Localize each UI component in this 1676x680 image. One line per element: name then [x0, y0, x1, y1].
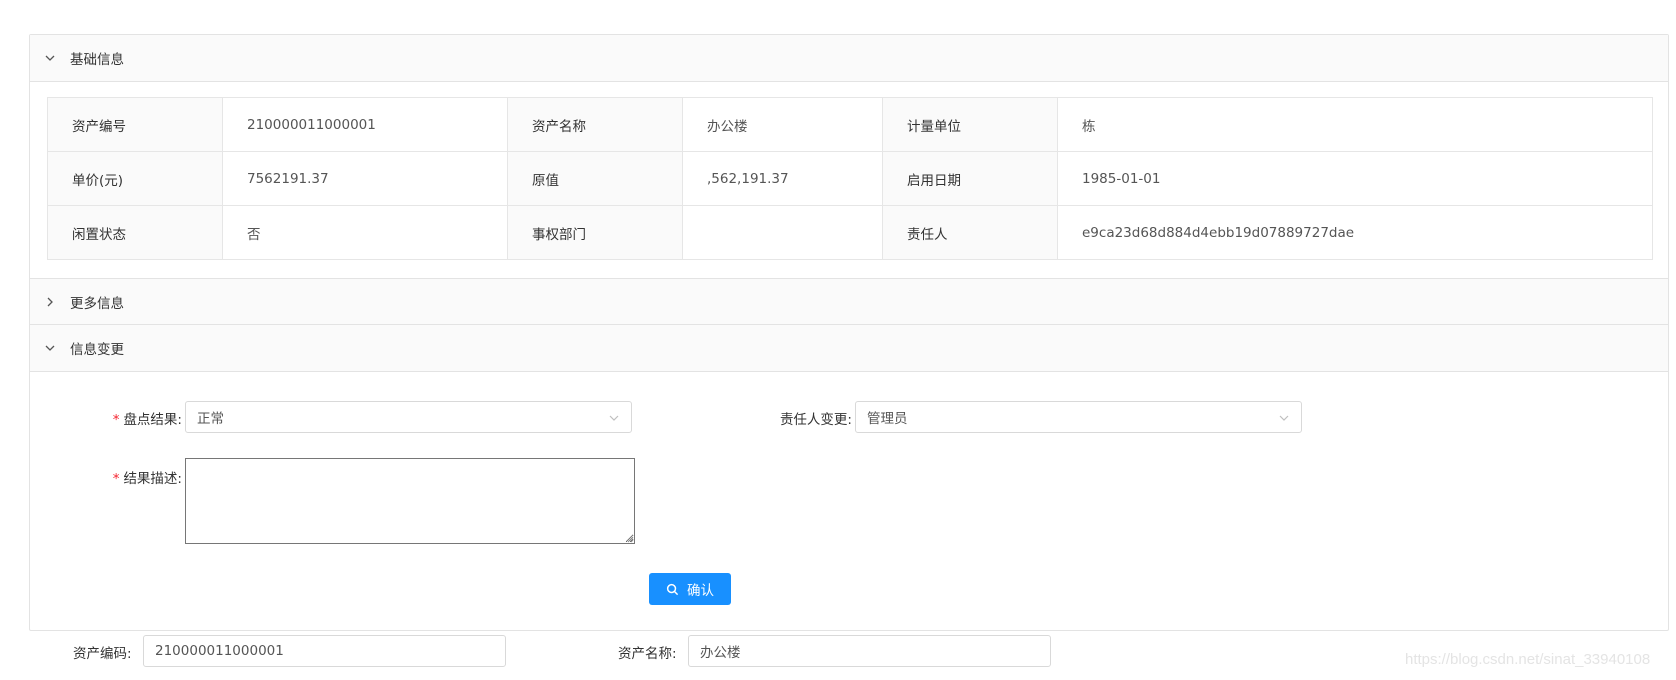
chevron-down-icon — [30, 342, 70, 354]
basic-info-body: 资产编号 210000011000001 资产名称 办公楼 计量单位 栋 单价(… — [30, 82, 1668, 278]
owner-change-label: 责任人变更: — [779, 412, 852, 428]
info-change-body: * 盘点结果: 正常 责任人变更: 管理员 * 结果描述: 确认 — [30, 373, 1668, 631]
unit-price-label: 单价(元) — [47, 151, 223, 206]
table-row: 资产编号 210000011000001 资产名称 办公楼 计量单位 栋 — [47, 97, 1653, 152]
resize-grip-icon[interactable] — [626, 535, 634, 543]
required-mark: * — [112, 412, 120, 428]
chevron-right-icon — [30, 296, 70, 308]
owner-value: e9ca23d68d884d4ebb19d07889727dae — [1057, 205, 1653, 260]
basic-info-table: 资产编号 210000011000001 资产名称 办公楼 计量单位 栋 单价(… — [47, 97, 1653, 260]
unit-label: 计量单位 — [882, 97, 1058, 152]
panel-title-basic-info: 基础信息 — [70, 52, 124, 68]
asset-code-input[interactable] — [143, 635, 506, 667]
asset-name-label: 资产名称 — [507, 97, 683, 152]
department-label: 事权部门 — [507, 205, 683, 260]
panel-header-basic-info[interactable]: 基础信息 — [30, 35, 1668, 82]
owner-change-select-value: 管理员 — [867, 411, 908, 427]
original-value-value: ,562,191.37 — [682, 151, 883, 206]
confirm-button-label: 确认 — [687, 583, 714, 598]
asset-name-input[interactable] — [688, 635, 1051, 667]
owner-change-select[interactable]: 管理员 — [855, 401, 1302, 433]
panel-header-info-change[interactable]: 信息变更 — [30, 325, 1668, 372]
start-date-value: 1985-01-01 — [1057, 151, 1653, 206]
asset-number-label: 资产编号 — [47, 97, 223, 152]
asset-name-value: 办公楼 — [682, 97, 883, 152]
result-select-value: 正常 — [197, 411, 224, 427]
original-value-label: 原值 — [507, 151, 683, 206]
confirm-button[interactable]: 确认 — [649, 573, 731, 605]
chevron-down-icon — [1279, 415, 1289, 421]
table-row: 闲置状态 否 事权部门 责任人 e9ca23d68d884d4ebb19d078… — [47, 205, 1653, 260]
result-select[interactable]: 正常 — [185, 401, 632, 433]
desc-label: * 结果描述: — [90, 467, 182, 487]
panel-title-more-info: 更多信息 — [70, 295, 124, 312]
idle-status-label: 闲置状态 — [47, 205, 223, 260]
chevron-down-icon — [30, 52, 70, 64]
asset-code-label: 资产编码: — [73, 646, 132, 662]
unit-value: 栋 — [1057, 97, 1653, 152]
desc-label-text: 结果描述: — [123, 471, 182, 487]
asset-name-field-label: 资产名称: — [618, 646, 677, 662]
search-icon — [666, 583, 679, 595]
panel-title-info-change: 信息变更 — [70, 342, 124, 358]
watermark: https://blog.csdn.net/sinat_33940108 — [1405, 651, 1651, 668]
chevron-down-icon — [609, 415, 619, 421]
table-row: 单价(元) 7562191.37 原值 ,562,191.37 启用日期 198… — [47, 151, 1653, 206]
asset-number-value: 210000011000001 — [222, 97, 508, 152]
result-label-text: 盘点结果: — [123, 412, 182, 428]
unit-price-value: 7562191.37 — [222, 151, 508, 206]
start-date-label: 启用日期 — [882, 151, 1058, 206]
result-label: * 盘点结果: — [90, 408, 182, 428]
required-mark: * — [112, 471, 120, 487]
result-description-textarea[interactable] — [185, 458, 635, 544]
asset-collapse: 基础信息 资产编号 210000011000001 资产名称 办公楼 计量单位 … — [29, 34, 1669, 631]
panel-header-more-info[interactable]: 更多信息 — [30, 278, 1668, 325]
idle-status-value: 否 — [222, 205, 508, 260]
owner-label: 责任人 — [882, 205, 1058, 260]
department-value — [682, 205, 883, 260]
